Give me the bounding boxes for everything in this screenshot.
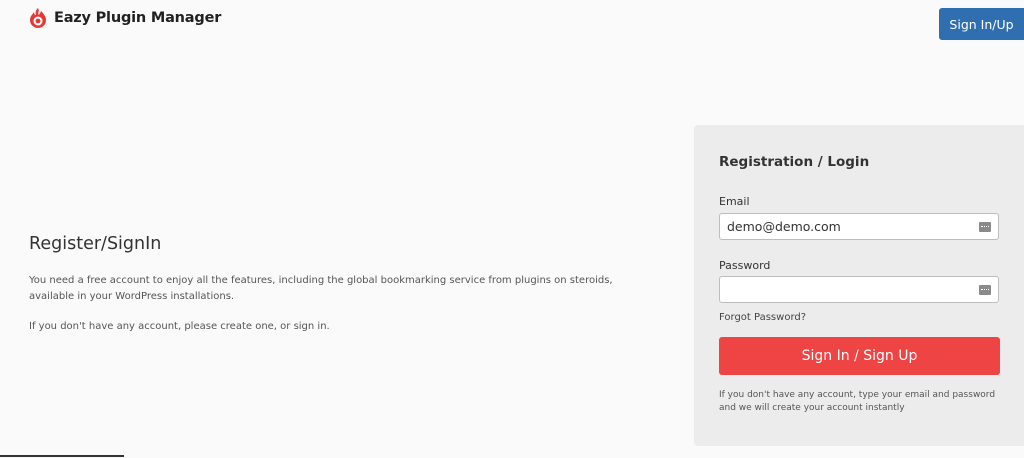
email-label: Email [719,195,750,208]
email-field-wrapper [719,213,999,240]
intro-description: You need a free account to enjoy all the… [29,275,613,302]
flame-logo-icon [30,8,46,28]
brand-name: Eazy Plugin Manager [54,10,222,26]
page: Eazy Plugin Manager Sign In/Up Register/… [0,0,1024,458]
intro-hint: If you don't have any account, please cr… [29,321,330,332]
password-manager-icon[interactable] [979,222,991,232]
header: Eazy Plugin Manager Sign In/Up [0,0,1024,48]
form-title: Registration / Login [719,154,870,170]
form-note: If you don't have any account, type your… [719,390,996,413]
sign-in-up-button[interactable]: Sign In/Up [939,8,1024,40]
brand-logo[interactable]: Eazy Plugin Manager [28,7,221,29]
password-field-wrapper [719,276,999,303]
password-manager-icon[interactable] [979,285,991,295]
submit-button[interactable]: Sign In / Sign Up [719,337,1000,375]
password-label: Password [719,259,771,272]
login-panel: Registration / Login Email Password Forg… [694,125,1024,446]
password-field[interactable] [720,277,977,302]
email-field[interactable] [720,214,977,239]
forgot-password-link[interactable]: Forgot Password? [719,312,806,323]
page-title: Register/SignIn [29,234,162,254]
scroll-indicator [0,455,124,457]
intro-section: Register/SignIn You need a free account … [29,234,629,335]
